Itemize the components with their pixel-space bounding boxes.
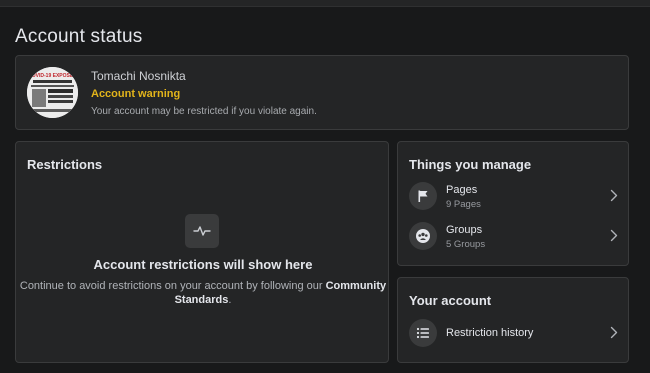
- avatar-caption: COVID-19 EXPOSED: [28, 73, 77, 79]
- things-you-manage-card: Things you manage Pages 9 Pages Groups 5…: [397, 141, 629, 266]
- empty-state-title: Account restrictions will show here: [93, 257, 313, 272]
- pages-count: 9 Pages: [446, 199, 481, 210]
- top-nav-bar: [0, 0, 650, 7]
- avatar[interactable]: COVID-19 EXPOSED: [27, 67, 78, 118]
- empty-state-text: Continue to avoid restrictions on your a…: [19, 280, 326, 292]
- empty-state-period: .: [228, 294, 232, 306]
- chevron-right-icon: [610, 326, 618, 339]
- manage-title: Things you manage: [409, 157, 532, 172]
- activity-icon: [185, 214, 219, 248]
- restrictions-title: Restrictions: [27, 157, 103, 172]
- groups-icon: [409, 222, 437, 250]
- restriction-history-item[interactable]: Restriction history: [398, 314, 630, 352]
- account-warning-label: Account warning: [91, 88, 181, 100]
- avatar-image: COVID-19 EXPOSED: [27, 67, 78, 118]
- account-warning-description: Your account may be restricted if you vi…: [91, 106, 317, 117]
- account-status-card: COVID-19 EXPOSED Tomachi Nosnikta Accoun…: [15, 55, 629, 130]
- user-name[interactable]: Tomachi Nosnikta: [91, 69, 186, 83]
- groups-label: Groups: [446, 224, 483, 236]
- manage-item-groups[interactable]: Groups 5 Groups: [398, 217, 630, 255]
- page-title: Account status: [15, 26, 143, 47]
- restriction-history-label: Restriction history: [446, 327, 534, 339]
- flag-icon: [409, 182, 437, 210]
- manage-item-pages[interactable]: Pages 9 Pages: [398, 177, 630, 215]
- your-account-card: Your account Restriction history: [397, 277, 629, 363]
- pages-label: Pages: [446, 184, 478, 196]
- empty-state-description: Continue to avoid restrictions on your a…: [16, 279, 390, 307]
- groups-count: 5 Groups: [446, 239, 486, 250]
- list-icon: [409, 319, 437, 347]
- account-title: Your account: [409, 293, 492, 308]
- restrictions-card: Restrictions Account restrictions will s…: [15, 141, 389, 363]
- chevron-right-icon: [610, 229, 618, 242]
- chevron-right-icon: [610, 189, 618, 202]
